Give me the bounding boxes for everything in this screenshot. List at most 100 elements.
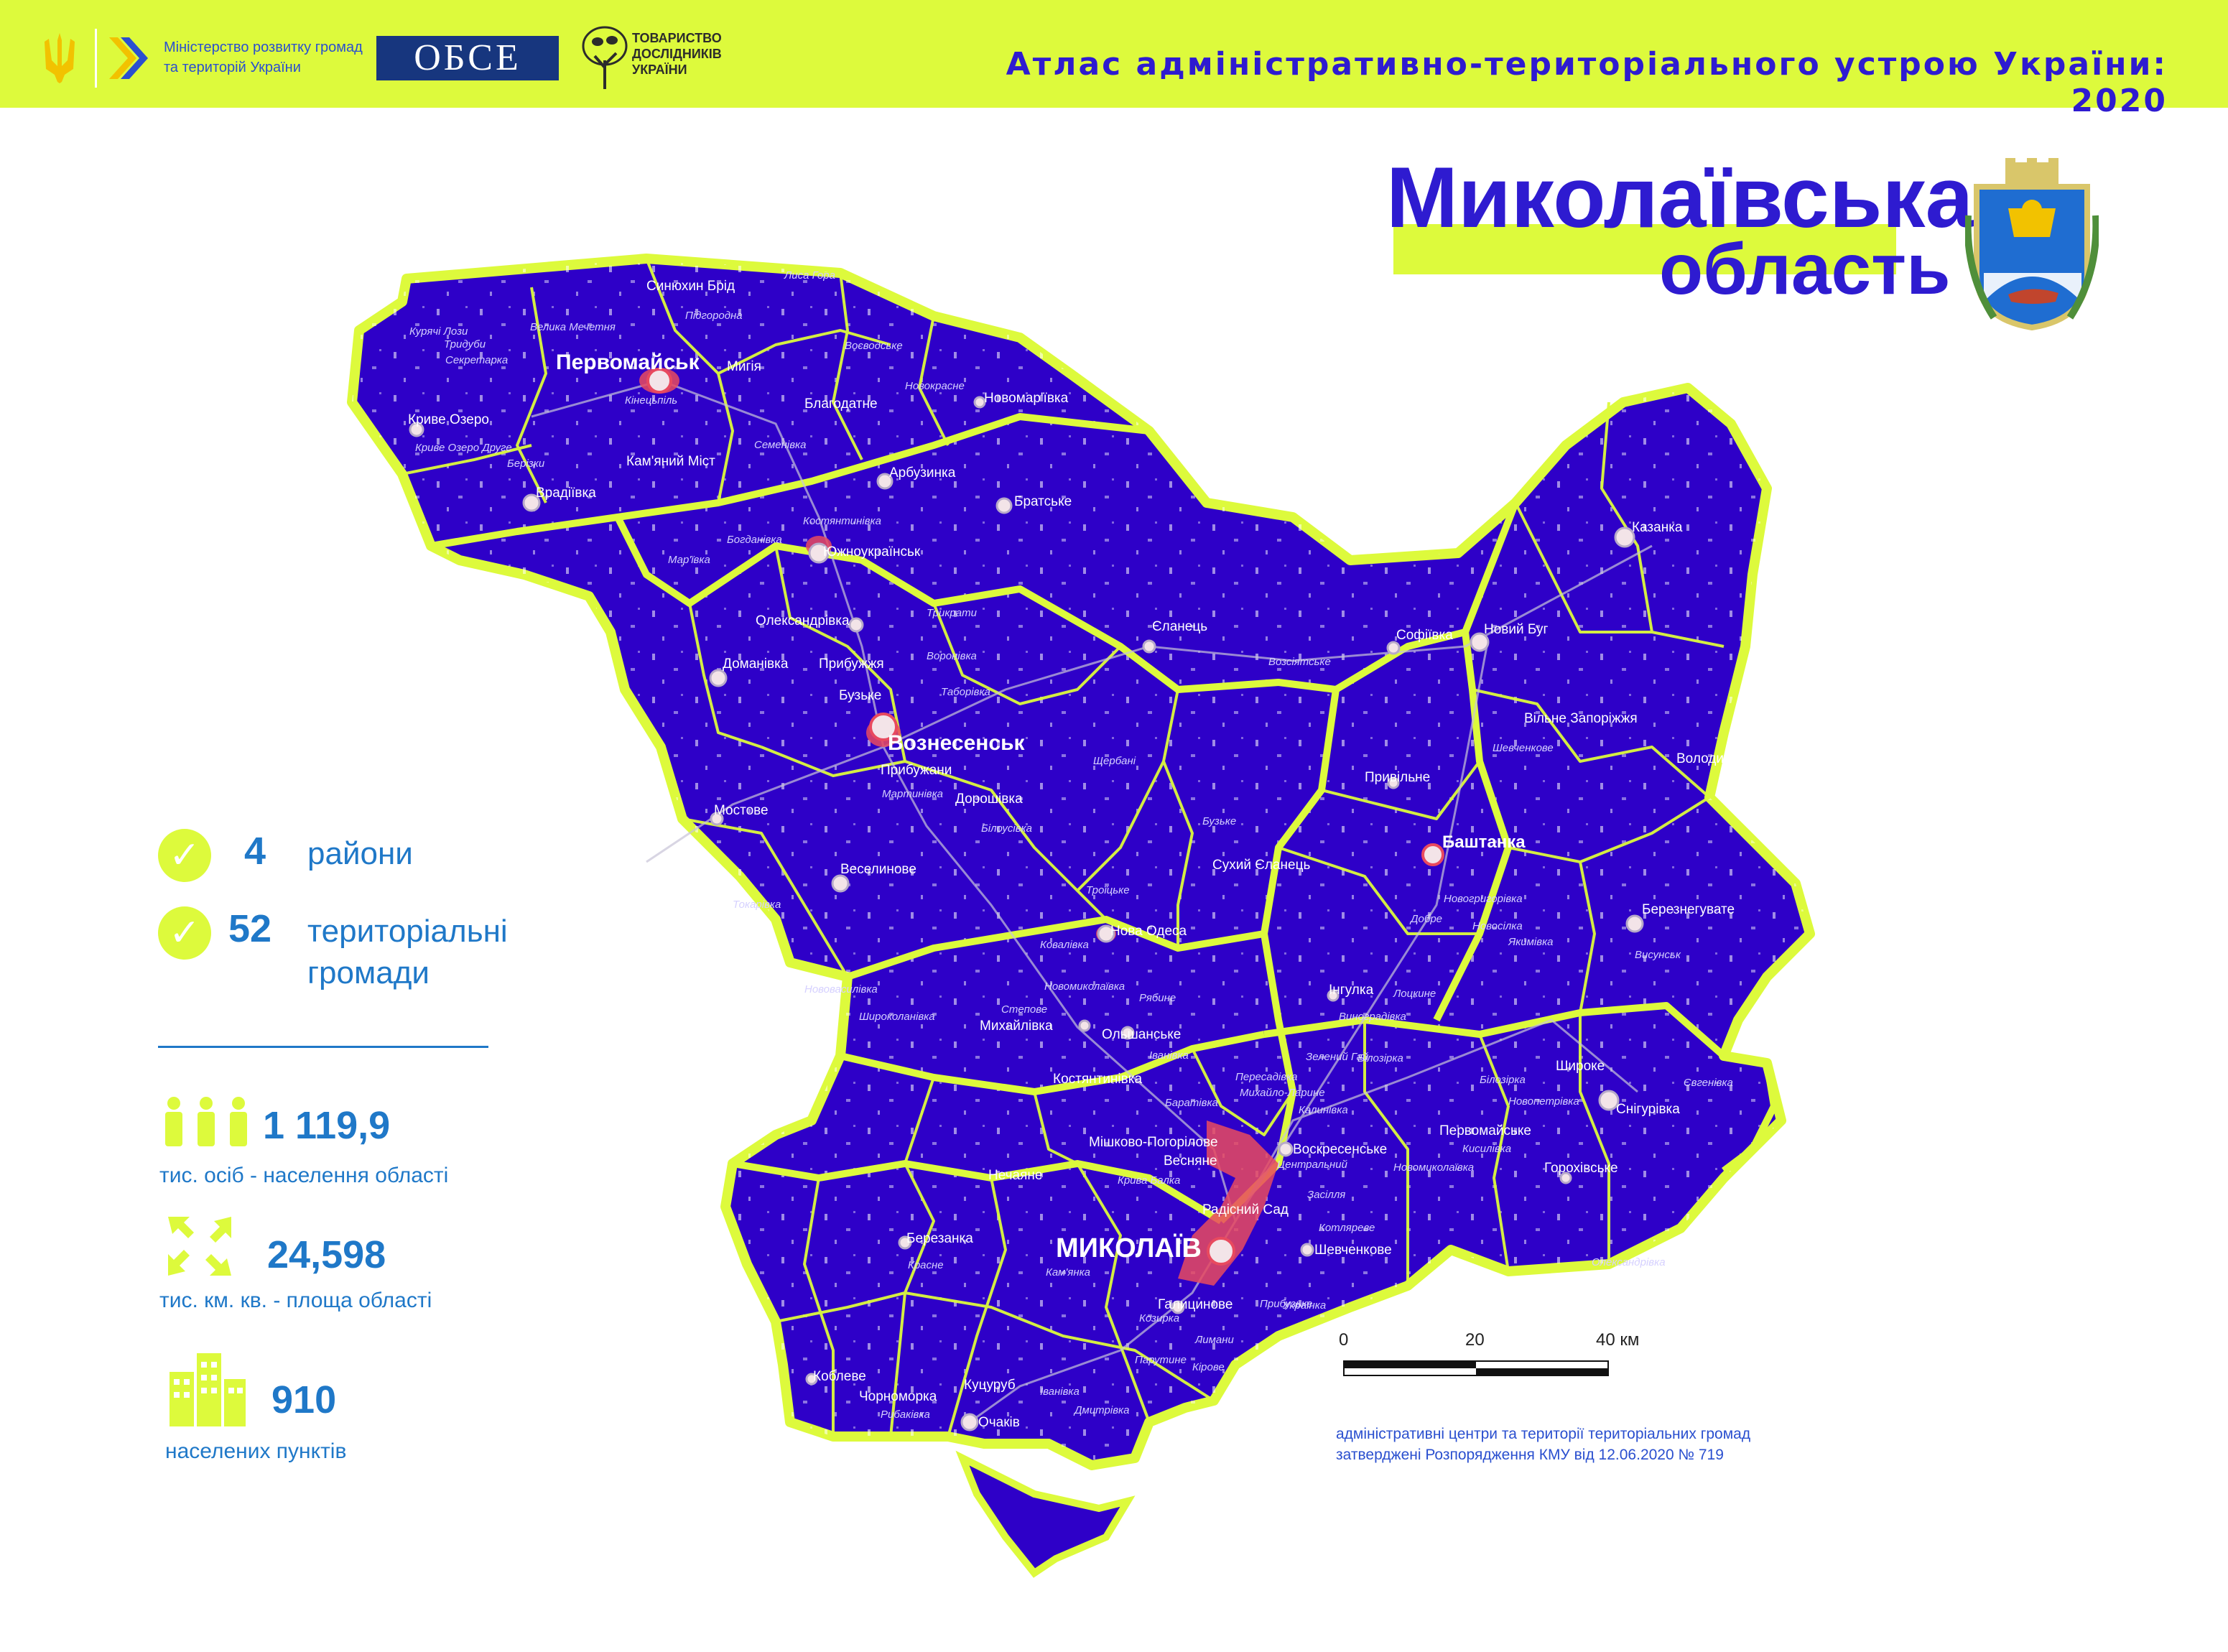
label-pribuzhany: Прибужани: [881, 763, 952, 778]
settlements-label: населених пунктів: [165, 1439, 347, 1463]
minor-label: Семенівка: [754, 439, 806, 451]
districts-count: 4: [244, 830, 266, 873]
oblast-texture: [352, 259, 1810, 1465]
minor-label: Прибузьке: [1260, 1298, 1312, 1310]
label-snihurivka: Снігурівка: [1616, 1102, 1680, 1117]
minor-label: Тридуби: [444, 338, 486, 351]
label-berezanka: Березанка: [906, 1231, 973, 1246]
label-doroshivka: Дорошівка: [955, 792, 1023, 807]
minor-label: Добре: [1409, 913, 1442, 925]
minor-label: Щербані: [1093, 755, 1136, 767]
minor-label: Курячі Лози: [409, 325, 468, 338]
minor-label: Новосілка: [1472, 920, 1523, 932]
minor-label: Лимани: [1194, 1334, 1235, 1346]
scale-label-40: 40 км: [1596, 1330, 1640, 1350]
label-shyroke: Широке: [1556, 1059, 1605, 1074]
minor-label: Возсіятське: [1268, 656, 1331, 668]
label-volodymyrivka: Володимирівка: [1676, 751, 1773, 766]
marker-elanets: [1142, 639, 1156, 654]
label-mykolaiv: МИКОЛАЇВ: [1056, 1233, 1202, 1263]
label-elanets: Єланець: [1152, 619, 1207, 634]
label-veselynove: Веселинове: [840, 862, 916, 877]
label-voznesensk: Вознесенськ: [888, 731, 1026, 755]
minor-label: Токарівка: [733, 899, 781, 911]
minor-label: Широколанівка: [859, 1011, 935, 1023]
label-synyukhyn-brid: Синюхин Брід: [646, 279, 735, 294]
minor-label: Нововасилівка: [804, 983, 878, 996]
minor-label: Богданівка: [727, 534, 782, 546]
label-sofiivka: Софіївка: [1396, 628, 1453, 643]
label-buzke: Бузьке: [839, 688, 881, 703]
minor-label: Висунськ: [1635, 949, 1681, 961]
minor-label: Дмитрівка: [1073, 1404, 1129, 1416]
communities-label-2: громади: [307, 955, 430, 990]
label-arbuzynka: Арбузинка: [889, 465, 956, 481]
minor-label: Лиса Гора: [784, 269, 835, 282]
settlements-value: 910: [271, 1378, 337, 1421]
legal-note: адміністративні центри та території тери…: [1336, 1426, 1751, 1463]
minor-label: Рябине: [1139, 992, 1176, 1004]
minor-label: Крива Балка: [1118, 1174, 1180, 1187]
marker-oleksandrivka: [848, 617, 864, 633]
kinburn-spit: [955, 1450, 1136, 1578]
buildings-icon: [170, 1353, 246, 1426]
label-mygiya: Мигія: [727, 359, 761, 374]
communities-label-1: територіальні: [307, 914, 508, 949]
area-label: тис. км. кв. - площа області: [159, 1289, 432, 1312]
minor-label: Михайло-Ларине: [1240, 1087, 1325, 1099]
scale-bar: [1343, 1360, 1609, 1376]
label-nova-odesa: Нова Одеса: [1110, 924, 1187, 939]
label-olshanske: Ольшанське: [1102, 1027, 1181, 1042]
label-mishkovo-pohorilove: Мішково-Погорілове: [1089, 1135, 1218, 1150]
minor-label: Таборівка: [941, 686, 990, 698]
label-bereznehuvate: Березнегувате: [1642, 902, 1735, 917]
label-ochakiv: Очаків: [978, 1415, 1020, 1430]
minor-label: Красне: [908, 1259, 944, 1271]
marker-bashtanka: [1421, 843, 1444, 866]
label-kryve-ozero: Криве Озеро: [408, 412, 489, 427]
label-pervomaisk: Первомайськ: [556, 351, 700, 374]
minor-label: Мар'ївка: [668, 554, 710, 566]
people-icon: [165, 1097, 247, 1146]
minor-label: Зелений Гай: [1306, 1051, 1369, 1063]
minor-label: Воронівка: [927, 650, 977, 662]
label-novyi-buh: Новий Буг: [1484, 622, 1548, 637]
label-radisnyi-sad: Радісний Сад: [1202, 1202, 1289, 1217]
label-nechaiane: Нечаяне: [988, 1168, 1042, 1183]
label-kazanka: Казанка: [1632, 520, 1683, 535]
label-pryvilne: Привільне: [1365, 770, 1430, 785]
label-kamianyi-mist: Кам'яний Міст: [626, 454, 715, 469]
minor-label: Трикрати: [927, 607, 978, 619]
label-kutsuruv: Куцуруб: [964, 1378, 1016, 1393]
minor-label: Новомиколаївка: [1393, 1161, 1474, 1174]
minor-label: Кам'янка: [1046, 1266, 1090, 1279]
label-horokhivske: Горохівське: [1544, 1161, 1618, 1176]
label-domanivka: Доманівка: [723, 656, 789, 672]
label-halytsynove: Галицинове: [1158, 1297, 1233, 1312]
communities-count: 52: [228, 907, 272, 950]
minor-label: Засілля: [1307, 1189, 1345, 1201]
minor-label: Новокрасне: [905, 380, 965, 392]
minor-label: Підгородна: [685, 310, 743, 322]
minor-label: Велика Мечетня: [530, 321, 616, 333]
minor-label: Пересадівка: [1235, 1071, 1297, 1083]
label-oleksandrivka: Олександрівка: [756, 613, 850, 628]
label-chornomorka: Чорноморка: [859, 1389, 937, 1404]
minor-label: Кисилівка: [1462, 1143, 1511, 1155]
minor-label: Степове: [1001, 1003, 1047, 1016]
marker-bereznehuvate: [1625, 914, 1644, 933]
marker-shevchenkove: [1300, 1243, 1314, 1257]
minor-label: Білозірка: [1480, 1074, 1526, 1086]
area-value: 24,598: [267, 1233, 386, 1276]
check-icon: ✓: [158, 829, 211, 882]
minor-label: Виноградівка: [1339, 1011, 1406, 1023]
minor-label: Мартинівка: [882, 788, 943, 800]
label-vesniane: Весняне: [1164, 1154, 1217, 1169]
label-novomarivka: Новомар'ївка: [984, 391, 1069, 406]
minor-label: Баратівка: [1165, 1097, 1218, 1109]
minor-label: Троїцьке: [1086, 884, 1130, 896]
minor-label: Центральний: [1277, 1159, 1348, 1171]
label-vilne-zaporizhzhia: Вільне Запоріжжя: [1524, 711, 1638, 726]
label-vradiivka: Врадіївка: [536, 486, 596, 501]
minor-label: Новомиколаївка: [1044, 980, 1125, 993]
